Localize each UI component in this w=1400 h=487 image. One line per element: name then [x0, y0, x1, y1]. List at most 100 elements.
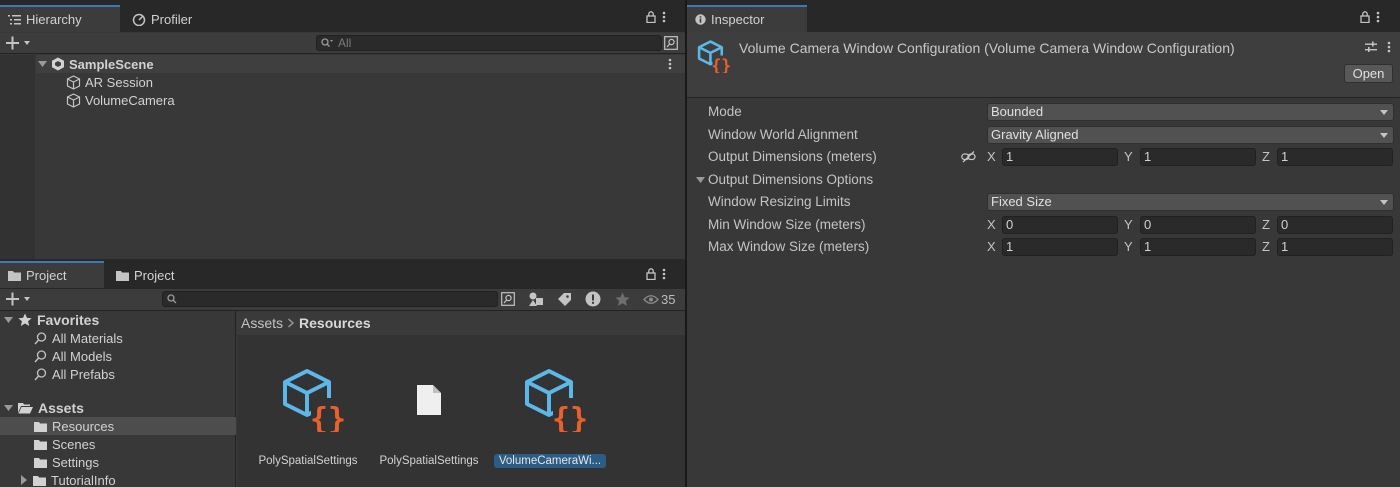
asset-label: PolySpatialSettings [379, 455, 479, 467]
project-search-input[interactable] [162, 291, 498, 307]
tree-folder-scenes[interactable]: Scenes [34, 435, 95, 453]
unlinked-constraint-icon[interactable] [961, 151, 976, 163]
folder-icon [116, 270, 129, 281]
tab-project[interactable]: Project [0, 261, 104, 288]
tab-inspector[interactable]: Inspector [687, 5, 807, 32]
filter-by-label-icon[interactable] [557, 292, 572, 307]
warning-filter-icon[interactable] [585, 291, 601, 307]
scene-kebab-icon[interactable] [668, 58, 672, 70]
scene-search-icon[interactable] [664, 36, 678, 50]
assets-label: Assets [38, 400, 84, 416]
tab-project-label: Project [26, 268, 67, 283]
add-dropdown-icon[interactable] [6, 36, 34, 50]
tab-hierarchy-label: Hierarchy [26, 12, 82, 27]
breadcrumb: Assets Resources [237, 311, 685, 335]
scriptable-object-icon: {} [696, 40, 730, 73]
tab-project-2[interactable]: Project [108, 261, 198, 289]
kebab-menu-icon[interactable] [662, 268, 666, 280]
favorite-star-icon[interactable] [615, 292, 630, 307]
open-button[interactable]: Open [1344, 64, 1393, 83]
min-z-field[interactable]: 0 [1277, 216, 1393, 234]
lock-icon[interactable] [1360, 11, 1370, 23]
inspector-tab-tools [1360, 11, 1380, 23]
tree-all-materials[interactable]: All Materials [34, 329, 123, 347]
search-scene-icon[interactable] [501, 292, 515, 306]
folder-icon [33, 475, 46, 486]
tree-folder-resources[interactable]: Resources [0, 417, 236, 435]
favorites-label: Favorites [37, 312, 100, 328]
breadcrumb-root[interactable]: Assets [241, 315, 283, 331]
tab-inspector-label: Inspector [711, 12, 765, 27]
scriptable-object-icon: {} [279, 368, 345, 432]
inspector-tabbar: Inspector [687, 0, 1400, 32]
tree-folder-settings[interactable]: Settings [34, 453, 99, 471]
folder-icon [34, 439, 47, 450]
tab-hierarchy[interactable]: Hierarchy [0, 5, 120, 32]
property-label: Output Dimensions (meters) [708, 149, 877, 164]
collapsed-arrow-icon[interactable] [20, 475, 28, 485]
hierarchy-tab-tools [646, 11, 666, 23]
property-max-window-size: Max Window Size (meters) X 1 Y 1 Z 1 [687, 236, 1400, 258]
inspector-title: Volume Camera Window Configuration (Volu… [739, 40, 1235, 56]
asset-label: PolySpatialSettings [258, 455, 358, 467]
search-icon [34, 367, 47, 381]
foldout-label: Output Dimensions Options [708, 172, 874, 187]
output-y-field[interactable]: 1 [1140, 148, 1256, 166]
axis-z-label: Z [1262, 239, 1270, 254]
hierarchy-tabbar: Hierarchy Profiler [0, 0, 685, 32]
tab-profiler[interactable]: Profiler [124, 5, 224, 33]
tree-folder-tutorialinfo[interactable]: TutorialInfo [20, 471, 116, 487]
foldout-output-options[interactable]: Output Dimensions Options [687, 169, 1400, 191]
scene-name: SampleScene [69, 56, 154, 72]
hierarchy-item-ar-session[interactable]: AR Session [66, 73, 153, 91]
asset-polyspatial-settings-2[interactable]: PolySpatialSettings [373, 368, 485, 468]
lock-icon[interactable] [646, 11, 656, 23]
filter-by-type-icon[interactable] [528, 292, 544, 307]
unity-scene-icon [51, 57, 65, 71]
expand-arrow-icon[interactable] [38, 60, 47, 69]
max-y-field[interactable]: 1 [1140, 238, 1256, 256]
resizing-dropdown[interactable]: Fixed Size [987, 193, 1394, 211]
axis-x-label: X [987, 149, 996, 164]
expand-arrow-icon[interactable] [4, 404, 13, 413]
axis-z-label: Z [1262, 149, 1270, 164]
breadcrumb-current[interactable]: Resources [299, 315, 371, 331]
asset-volume-camera-config[interactable]: {} VolumeCameraWi... [492, 368, 608, 468]
visibility-counter[interactable]: 35 [643, 292, 675, 307]
scene-row[interactable]: SampleScene [36, 55, 685, 73]
preset-sliders-icon[interactable] [1365, 41, 1377, 53]
folder-label: Scenes [52, 436, 96, 452]
dropdown-value: Fixed Size [991, 194, 1052, 209]
hierarchy-search-input[interactable]: All [316, 35, 662, 51]
project-toolbar: 35 [0, 289, 685, 311]
output-z-field[interactable]: 1 [1277, 148, 1393, 166]
dropdown-arrow-icon [1380, 110, 1388, 115]
axis-y-label: Y [1124, 239, 1133, 254]
lock-icon[interactable] [646, 268, 656, 280]
tree-all-models[interactable]: All Models [34, 347, 112, 365]
folder-label: Resources [52, 418, 115, 434]
expand-arrow-icon[interactable] [4, 316, 13, 325]
visibility-count: 35 [661, 292, 676, 307]
max-x-field[interactable]: 1 [1002, 238, 1118, 256]
kebab-menu-icon[interactable] [1376, 11, 1380, 23]
output-x-field[interactable]: 1 [1002, 148, 1118, 166]
max-z-field[interactable]: 1 [1277, 238, 1393, 256]
asset-polyspatial-settings-1[interactable]: {} PolySpatialSettings [252, 368, 364, 468]
eye-icon [643, 294, 659, 305]
tree-favorites[interactable]: Favorites [4, 311, 99, 329]
expand-arrow-icon[interactable] [696, 176, 705, 185]
property-label: Window Resizing Limits [708, 194, 851, 209]
tree-all-prefabs[interactable]: All Prefabs [34, 365, 115, 383]
axis-x-label: X [987, 217, 996, 232]
mode-dropdown[interactable]: Bounded [987, 103, 1394, 121]
tree-assets[interactable]: Assets [4, 399, 84, 417]
hierarchy-item-volume-camera[interactable]: VolumeCamera [66, 91, 175, 109]
kebab-menu-icon[interactable] [1387, 41, 1391, 53]
create-dropdown-icon[interactable] [6, 292, 34, 306]
alignment-dropdown[interactable]: Gravity Aligned [987, 126, 1394, 144]
property-label: Min Window Size (meters) [708, 217, 866, 232]
min-y-field[interactable]: 0 [1140, 216, 1256, 234]
kebab-menu-icon[interactable] [662, 11, 666, 23]
min-x-field[interactable]: 0 [1002, 216, 1118, 234]
